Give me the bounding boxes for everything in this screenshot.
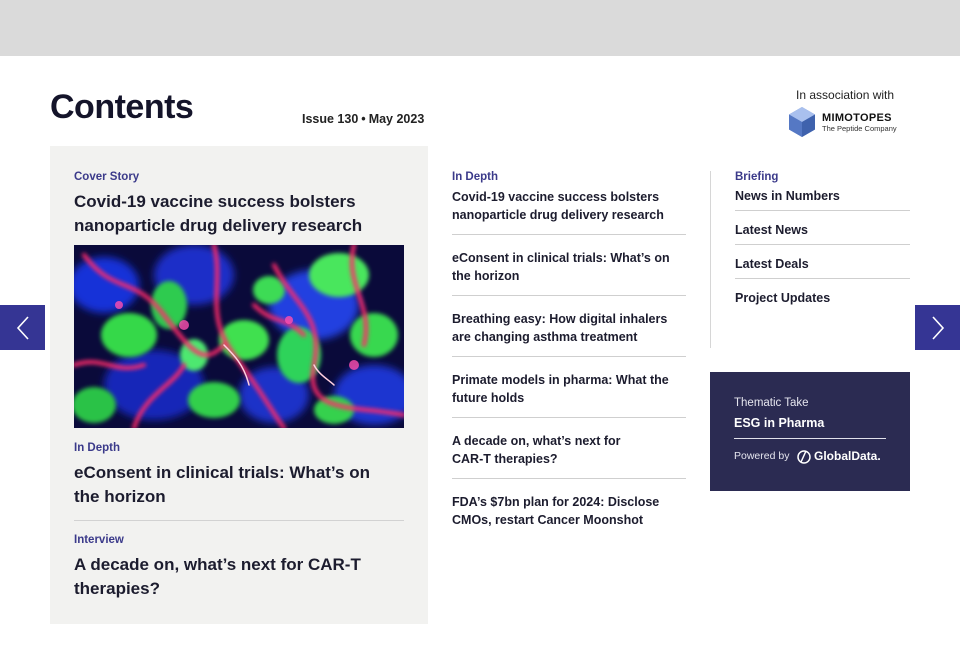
page-title: Contents [50,88,194,126]
briefing-item-project-updates[interactable]: Project Updates [735,291,910,312]
cover-panel: Cover Story Covid-19 vaccine success bol… [50,146,428,624]
cells-micrograph-image [74,245,404,428]
list-item-line: FDA’s $7bn plan for 2024: Disclose [452,495,660,509]
column-divider [710,171,711,348]
list-item[interactable]: Covid-19 vaccine success bolsters nanopa… [452,188,686,235]
list-item-line: Breathing easy: How digital inhalers [452,312,668,326]
cover-indepth-headline[interactable]: eConsent in clinical trials: What’s on t… [74,461,384,509]
top-bar [0,0,960,56]
logo-name: MIMOTOPES [822,112,892,124]
mimotopes-logo[interactable]: MIMOTOPES The Peptide Company [787,105,912,139]
next-page-button[interactable] [915,305,960,350]
cover-image[interactable] [74,245,404,428]
interview-kicker: Interview [74,534,124,546]
cover-story-kicker: Cover Story [74,171,140,183]
hexagon-cube-icon [789,107,815,137]
list-item[interactable]: A decade on, what’s next for CAR-T thera… [452,432,686,479]
in-depth-list: In Depth Covid-19 vaccine success bolste… [452,171,686,553]
list-item[interactable]: eConsent in clinical trials: What’s on t… [452,249,686,296]
in-depth-kicker: In Depth [452,171,498,183]
divider [74,520,404,521]
association-label: In association with [796,88,895,102]
issue-info: Issue 130 • May 2023 [302,112,424,126]
powered-by-label: Powered by [734,450,790,462]
issue-date: May 2023 [368,112,425,126]
cover-story-headline[interactable]: Covid-19 vaccine success bolsters nanopa… [74,190,384,238]
divider [734,438,886,439]
interview-headline[interactable]: A decade on, what’s next for CAR-T thera… [74,553,384,601]
thematic-label: Thematic Take [734,397,809,409]
list-item[interactable]: Primate models in pharma: What the futur… [452,371,686,418]
thematic-take-box[interactable]: Thematic Take ESG in Pharma Powered by G… [710,372,910,491]
globaldata-name: GlobalData. [814,449,881,463]
issue-separator: • [361,112,366,126]
list-item-line: CAR-T therapies? [452,452,558,466]
list-item[interactable]: FDA’s $7bn plan for 2024: Disclose CMOs,… [452,493,686,539]
cover-indepth-kicker: In Depth [74,442,120,454]
list-item-line: Covid-19 vaccine success bolsters [452,190,660,204]
list-item-line: the horizon [452,269,520,283]
briefing-list: Briefing News in Numbers Latest News Lat… [735,171,910,324]
briefing-item-news-in-numbers[interactable]: News in Numbers [735,189,910,211]
issue-number: Issue 130 [302,112,359,126]
previous-page-button[interactable] [0,305,45,350]
list-item-line: nanoparticle drug delivery research [452,208,664,222]
briefing-kicker: Briefing [735,171,779,183]
logo-tagline: The Peptide Company [822,124,897,133]
globaldata-icon [797,450,811,464]
list-item-line: A decade on, what’s next for [452,434,621,448]
thematic-title[interactable]: ESG in Pharma [734,416,824,430]
list-item-line: Primate models in pharma: What the [452,373,669,387]
list-item[interactable]: Breathing easy: How digital inhalers are… [452,310,686,357]
list-item-line: are changing asthma treatment [452,330,638,344]
list-item-line: eConsent in clinical trials: What’s on [452,251,670,265]
list-item-line: CMOs, restart Cancer Moonshot [452,513,644,527]
chevron-left-icon [16,315,29,340]
chevron-right-icon [931,315,944,340]
briefing-item-latest-news[interactable]: Latest News [735,223,910,245]
briefing-item-latest-deals[interactable]: Latest Deals [735,257,910,279]
list-item-line: future holds [452,391,525,405]
